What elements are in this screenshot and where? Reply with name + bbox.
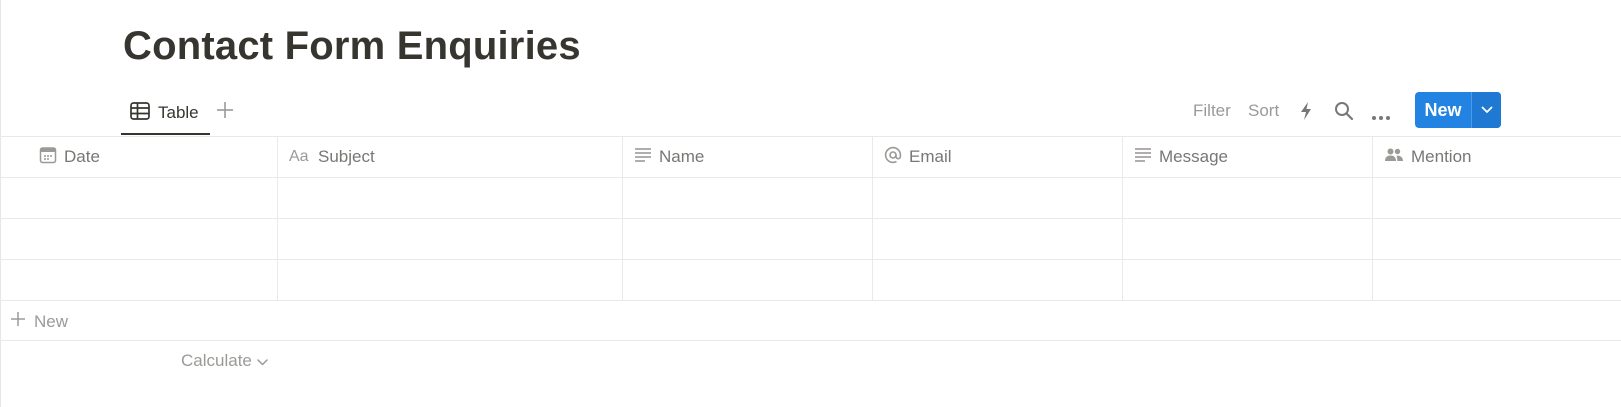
calculate-label: Calculate <box>181 351 252 370</box>
at-icon <box>884 146 902 169</box>
svg-text:Aa: Aa <box>289 148 309 163</box>
table-cell[interactable] <box>873 219 1123 259</box>
table-cell[interactable] <box>278 260 623 300</box>
sort-button[interactable]: Sort <box>1248 101 1279 121</box>
view-bar: Table Filter Sort New <box>0 92 1621 136</box>
calculate-button[interactable]: Calculate <box>181 351 268 371</box>
table-cell[interactable] <box>623 219 873 259</box>
column-label-name: Name <box>659 147 705 166</box>
lines-icon <box>1134 147 1152 168</box>
table-icon <box>130 101 150 125</box>
calendar-icon <box>39 146 57 169</box>
table-row[interactable] <box>0 178 1621 219</box>
table-cell[interactable] <box>278 219 623 259</box>
plus-icon <box>10 311 26 332</box>
table-cell[interactable] <box>0 219 278 259</box>
column-label-date: Date <box>64 147 100 166</box>
table-cell[interactable] <box>873 178 1123 218</box>
table-cell[interactable] <box>873 260 1123 300</box>
table-row[interactable] <box>0 219 1621 260</box>
table-cell[interactable] <box>1373 219 1621 259</box>
table-cell[interactable] <box>1123 178 1373 218</box>
table-cell[interactable] <box>0 178 278 218</box>
more-icon[interactable] <box>1371 108 1391 126</box>
column-header-mention[interactable]: Mention <box>1373 137 1621 177</box>
tab-table-label: Table <box>158 103 199 122</box>
table-cell[interactable] <box>1373 178 1621 218</box>
page-title[interactable]: Contact Form Enquiries <box>123 24 581 69</box>
lines-icon <box>634 147 652 168</box>
table-cell[interactable] <box>278 178 623 218</box>
table-row[interactable] <box>0 260 1621 301</box>
table-cell[interactable] <box>1123 219 1373 259</box>
people-icon <box>1384 147 1404 168</box>
table-header-row: Date Aa Subject Name Email Message Menti… <box>0 137 1621 178</box>
new-dropdown-button[interactable] <box>1472 92 1501 128</box>
column-header-message[interactable]: Message <box>1123 137 1373 177</box>
column-label-subject: Subject <box>318 147 375 166</box>
add-row-label: New <box>34 311 69 331</box>
table-cell[interactable] <box>623 178 873 218</box>
column-header-date[interactable]: Date <box>0 137 278 177</box>
column-label-mention: Mention <box>1411 147 1472 166</box>
column-label-message: Message <box>1159 147 1228 166</box>
new-button[interactable]: New <box>1415 92 1471 128</box>
text-aa-icon: Aa <box>289 147 311 168</box>
column-label-email: Email <box>909 147 952 166</box>
table-cell[interactable] <box>623 260 873 300</box>
active-tab-underline <box>121 133 210 135</box>
tab-table[interactable]: Table <box>121 92 210 134</box>
column-header-subject[interactable]: Aa Subject <box>278 137 623 177</box>
add-row-button[interactable]: New <box>0 301 1621 341</box>
table-cell[interactable] <box>1373 260 1621 300</box>
filter-button[interactable]: Filter <box>1193 101 1231 121</box>
table-cell[interactable] <box>1123 260 1373 300</box>
column-header-email[interactable]: Email <box>873 137 1123 177</box>
search-icon[interactable] <box>1334 101 1354 126</box>
chevron-down-icon <box>257 351 268 371</box>
column-header-name[interactable]: Name <box>623 137 873 177</box>
new-button-group: New <box>1415 92 1501 128</box>
add-view-plus-icon[interactable] <box>214 99 236 121</box>
lightning-icon[interactable] <box>1299 101 1313 126</box>
chevron-down-icon <box>1481 101 1493 119</box>
table-cell[interactable] <box>0 260 278 300</box>
